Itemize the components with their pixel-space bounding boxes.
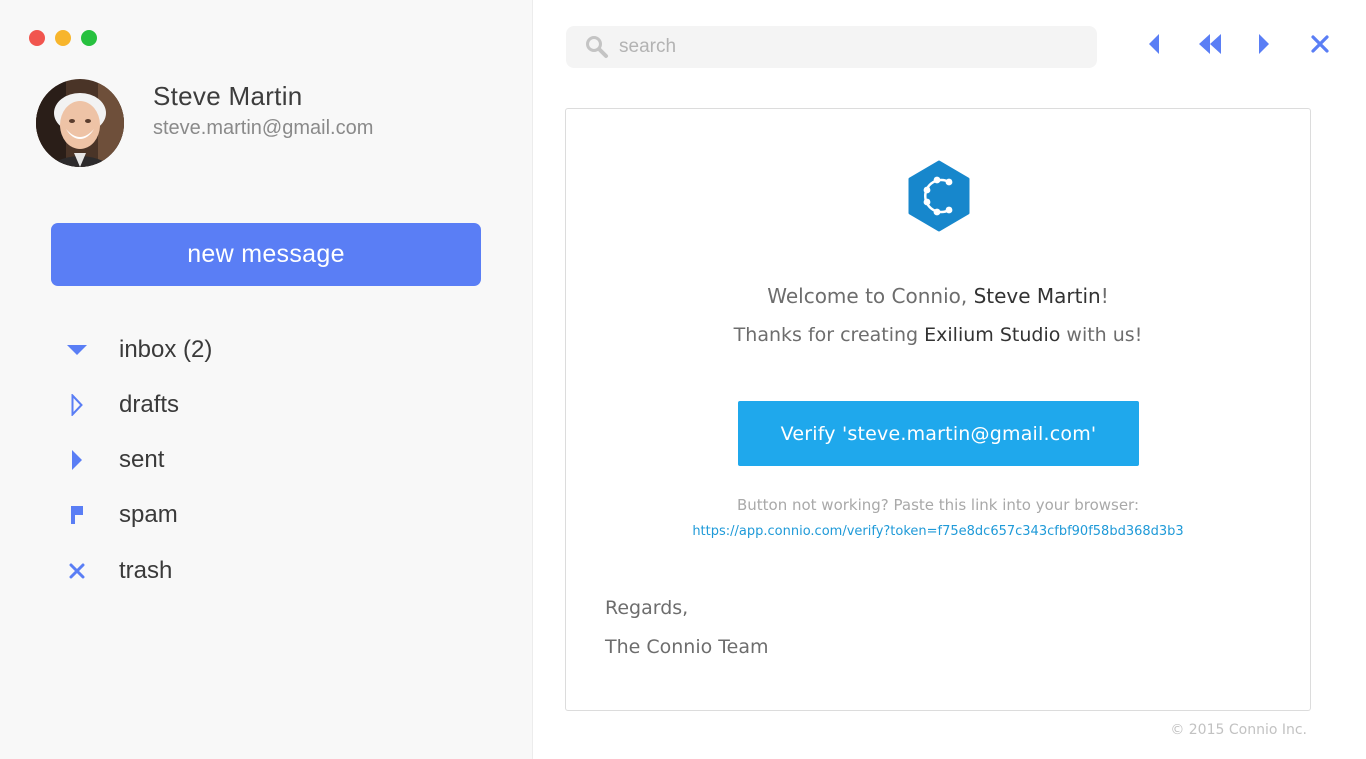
user-email: steve.martin@gmail.com <box>153 117 374 139</box>
search-input[interactable] <box>619 36 1059 58</box>
reply-icon <box>1148 33 1160 59</box>
forward-button[interactable] <box>1251 33 1277 59</box>
sidebar-item-inbox[interactable]: inbox (2) <box>64 330 464 370</box>
triangle-right-icon <box>64 447 90 473</box>
sidebar-item-trash[interactable]: trash <box>64 551 464 591</box>
search-bar <box>566 26 1097 68</box>
thanks-line: Thanks for creating Exilium Studio with … <box>566 324 1310 346</box>
welcome-name: Steve Martin <box>973 284 1101 308</box>
sidebar-item-drafts[interactable]: drafts <box>64 385 464 425</box>
sidebar-item-spam[interactable]: spam <box>64 495 464 535</box>
verify-email-button[interactable]: Verify 'steve.martin@gmail.com' <box>738 401 1139 466</box>
welcome-suffix: ! <box>1100 284 1109 308</box>
new-message-button[interactable]: new message <box>51 223 481 286</box>
closing-regards: Regards, <box>605 597 689 619</box>
search-icon <box>586 36 608 58</box>
avatar[interactable] <box>36 79 124 167</box>
window-maximize-button[interactable] <box>81 30 97 46</box>
reply-all-button[interactable] <box>1197 33 1223 59</box>
signature: The Connio Team <box>605 636 769 658</box>
connio-logo-icon <box>908 160 970 232</box>
reply-button[interactable] <box>1141 33 1167 59</box>
sidebar-item-label: drafts <box>119 391 180 418</box>
welcome-line: Welcome to Connio, Steve Martin! <box>566 284 1310 308</box>
sidebar-item-label: spam <box>119 501 178 528</box>
flag-icon <box>64 502 90 528</box>
sidebar-item-label: sent <box>119 446 165 473</box>
close-icon <box>1311 34 1329 58</box>
fallback-hint: Button not working? Paste this link into… <box>736 496 1140 514</box>
sidebar-item-label: inbox (2) <box>119 336 213 363</box>
copyright-footer: © 2015 Connio Inc. <box>1170 722 1307 738</box>
thanks-prefix: Thanks for creating <box>733 324 925 346</box>
window-controls <box>29 30 97 46</box>
user-name: Steve Martin <box>153 81 303 111</box>
studio-name: Exilium Studio <box>924 324 1061 346</box>
sidebar-item-label: trash <box>119 557 173 584</box>
window-close-button[interactable] <box>29 30 45 46</box>
close-button[interactable] <box>1307 33 1333 59</box>
triangle-right-outline-icon <box>64 392 90 418</box>
verify-link[interactable]: https://app.connio.com/verify?token=f75e… <box>566 524 1310 539</box>
thanks-suffix: with us! <box>1060 324 1143 346</box>
email-message: Welcome to Connio, Steve Martin! Thanks … <box>565 108 1311 711</box>
reply-all-icon <box>1198 33 1222 59</box>
triangle-down-icon <box>64 337 90 363</box>
sidebar: Steve Martin steve.martin@gmail.com new … <box>0 0 533 759</box>
x-icon <box>64 558 90 584</box>
window-minimize-button[interactable] <box>55 30 71 46</box>
sidebar-item-sent[interactable]: sent <box>64 440 464 480</box>
welcome-prefix: Welcome to Connio, <box>767 284 974 308</box>
forward-icon <box>1258 33 1270 59</box>
